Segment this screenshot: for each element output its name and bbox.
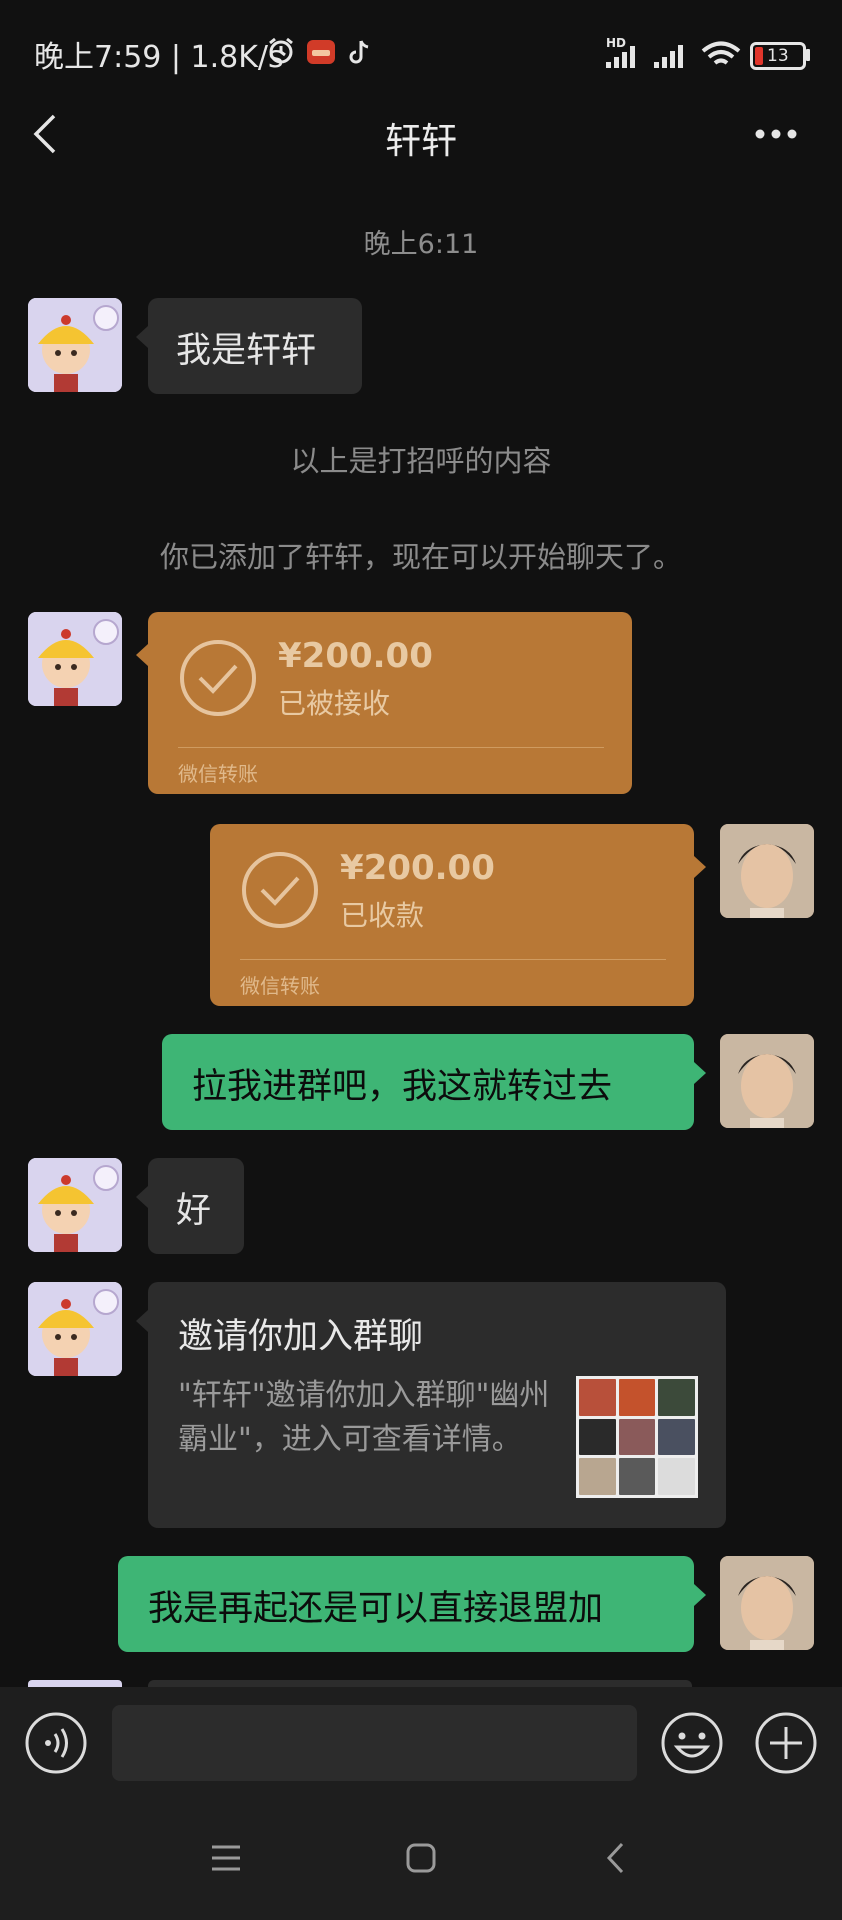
more-icon[interactable] — [754, 128, 798, 140]
transfer-footer: 微信转账 — [240, 974, 320, 998]
avatar-photo-image — [720, 1034, 814, 1128]
chat-title: 轩轩 — [384, 121, 457, 162]
message-text: 好 — [176, 1191, 212, 1231]
invite-title: 邀请你加入群聊 — [178, 1317, 424, 1357]
menu-icon[interactable] — [210, 1844, 242, 1872]
group-member-thumb — [658, 1379, 695, 1416]
divider — [240, 959, 666, 960]
nav-back-icon[interactable] — [604, 1841, 626, 1875]
system-note: 以上是打招呼的内容 — [290, 444, 552, 478]
group-member-thumb — [618, 1458, 656, 1495]
message-text: 拉我进群吧，我这就转过去 — [192, 1067, 613, 1107]
avatar-friend[interactable] — [28, 1158, 122, 1252]
transfer-amount: ¥200.00 — [340, 848, 495, 888]
divider — [178, 747, 604, 748]
emoji-icon[interactable] — [660, 1711, 724, 1775]
check-circle-icon — [242, 852, 318, 928]
group-member-thumb — [579, 1458, 616, 1495]
avatar-friend[interactable] — [28, 612, 122, 706]
transfer-status: 已被接收 — [278, 687, 391, 720]
app-icon — [307, 40, 335, 64]
avatar-cartoon-image — [28, 612, 122, 706]
avatar-photo-image — [720, 824, 814, 918]
transfer-card-incoming[interactable]: ¥200.00 已被接收 微信转账 — [136, 612, 632, 794]
signal-icon — [606, 46, 635, 68]
group-member-thumb — [658, 1418, 695, 1456]
tiktok-icon — [349, 40, 369, 64]
battery-level: 13 — [767, 46, 789, 66]
input-bar — [0, 1687, 842, 1797]
status-bar: 晚上7:59 | 1.8K/s HD 13 — [0, 0, 842, 100]
message-bubble-outgoing[interactable]: 我是再起还是可以直接退盟加 — [118, 1556, 706, 1652]
signal-icon-2 — [654, 45, 683, 68]
group-member-thumb — [618, 1418, 656, 1456]
avatar-self[interactable] — [720, 1034, 814, 1128]
message-bubble-outgoing[interactable]: 拉我进群吧，我这就转过去 — [162, 1034, 706, 1130]
group-avatar-grid — [576, 1376, 698, 1498]
voice-icon[interactable] — [24, 1711, 88, 1775]
plus-icon[interactable] — [754, 1711, 818, 1775]
battery-icon: 13 — [750, 42, 806, 70]
transfer-amount: ¥200.00 — [278, 636, 433, 676]
group-member-thumb — [579, 1418, 616, 1456]
group-member-thumb — [618, 1379, 656, 1416]
home-icon[interactable] — [405, 1842, 437, 1874]
status-time-speed: 晚上7:59 | 1.8K/s — [34, 40, 284, 75]
chat-timestamp: 晚上6:11 — [363, 229, 479, 260]
check-circle-icon — [180, 640, 256, 716]
group-invite-card[interactable]: 邀请你加入群聊 "轩轩"邀请你加入群聊"幽州霸业"，进入可查看详情。 — [136, 1282, 726, 1528]
group-member-thumb — [579, 1379, 616, 1416]
avatar-cartoon-image — [28, 1282, 122, 1376]
battery-tip — [806, 49, 810, 61]
avatar-friend[interactable] — [28, 298, 122, 392]
avatar-friend-partial — [28, 1680, 122, 1687]
avatar-friend[interactable] — [28, 1282, 122, 1376]
message-text: 我是再起还是可以直接退盟加 — [148, 1589, 604, 1629]
invite-description: "轩轩"邀请你加入群聊"幽州霸业"，进入可查看详情。 — [178, 1378, 550, 1457]
group-member-thumb — [658, 1458, 695, 1495]
alarm-icon — [269, 37, 293, 64]
avatar-cartoon-image — [28, 1158, 122, 1252]
avatar-self[interactable] — [720, 824, 814, 918]
transfer-footer: 微信转账 — [178, 762, 258, 786]
wifi-icon — [701, 41, 741, 65]
system-note: 你已添加了轩轩，现在可以开始聊天了。 — [159, 540, 682, 574]
avatar-photo-image — [720, 1556, 814, 1650]
avatar-self[interactable] — [720, 1556, 814, 1650]
transfer-status: 已收款 — [340, 899, 425, 932]
message-input[interactable] — [112, 1705, 637, 1781]
system-nav-bar — [0, 1797, 842, 1920]
avatar-cartoon-image — [28, 298, 122, 392]
message-text: 我是轩轩 — [176, 331, 317, 371]
message-bubble-incoming[interactable]: 好 — [136, 1158, 244, 1254]
message-bubble-incoming[interactable]: 我是轩轩 — [136, 298, 362, 394]
message-bubble-partial — [148, 1680, 692, 1687]
transfer-card-outgoing[interactable]: ¥200.00 已收款 微信转账 — [210, 824, 706, 1006]
